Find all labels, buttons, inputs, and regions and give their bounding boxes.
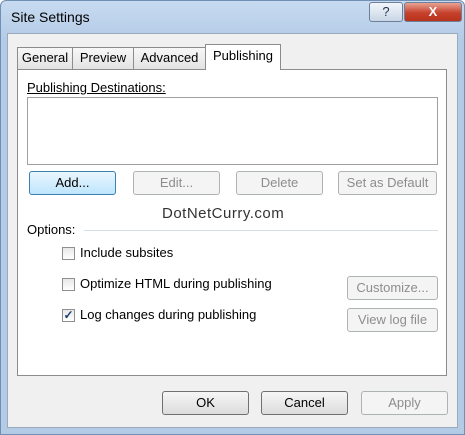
ok-button[interactable]: OK	[162, 391, 249, 415]
title-bar[interactable]: Site Settings ? X	[1, 1, 464, 35]
tab-preview[interactable]: Preview	[72, 47, 134, 69]
options-label: Options:	[27, 222, 76, 237]
dialog-client-area: General Preview Advanced Publishing Publ…	[7, 33, 458, 428]
help-button[interactable]: ?	[369, 2, 403, 22]
publishing-destinations-text: Publishing Destinations:	[27, 80, 166, 95]
delete-button[interactable]: Delete	[236, 171, 323, 195]
set-as-default-button[interactable]: Set as Default	[338, 171, 437, 195]
optimize-html-checkbox[interactable]	[62, 278, 75, 291]
checkmark-icon: ✓	[63, 308, 74, 322]
window-title: Site Settings	[11, 9, 90, 25]
log-changes-checkbox[interactable]: ✓	[62, 309, 75, 322]
watermark-text: DotNetCurry.com	[162, 205, 285, 222]
tab-advanced[interactable]: Advanced	[133, 47, 206, 69]
tab-general[interactable]: General	[17, 47, 73, 69]
tab-publishing[interactable]: Publishing	[205, 44, 281, 70]
publishing-destinations-list[interactable]	[27, 97, 438, 165]
add-button[interactable]: Add...	[29, 171, 116, 195]
cancel-button[interactable]: Cancel	[261, 391, 348, 415]
log-changes-label[interactable]: Log changes during publishing	[80, 307, 256, 322]
include-subsites-checkbox[interactable]	[62, 247, 75, 260]
publishing-destinations-label: Publishing Destinations:	[27, 80, 166, 95]
publishing-tab-panel: Publishing Destinations: Add... Edit... …	[17, 69, 447, 376]
edit-button[interactable]: Edit...	[133, 171, 220, 195]
view-log-file-button[interactable]: View log file	[347, 308, 438, 332]
close-button[interactable]: X	[404, 2, 462, 22]
customize-button[interactable]: Customize...	[347, 276, 438, 300]
optimize-html-label[interactable]: Optimize HTML during publishing	[80, 276, 272, 291]
include-subsites-label[interactable]: Include subsites	[80, 245, 173, 260]
apply-button[interactable]: Apply	[361, 391, 448, 415]
options-separator	[84, 230, 438, 231]
